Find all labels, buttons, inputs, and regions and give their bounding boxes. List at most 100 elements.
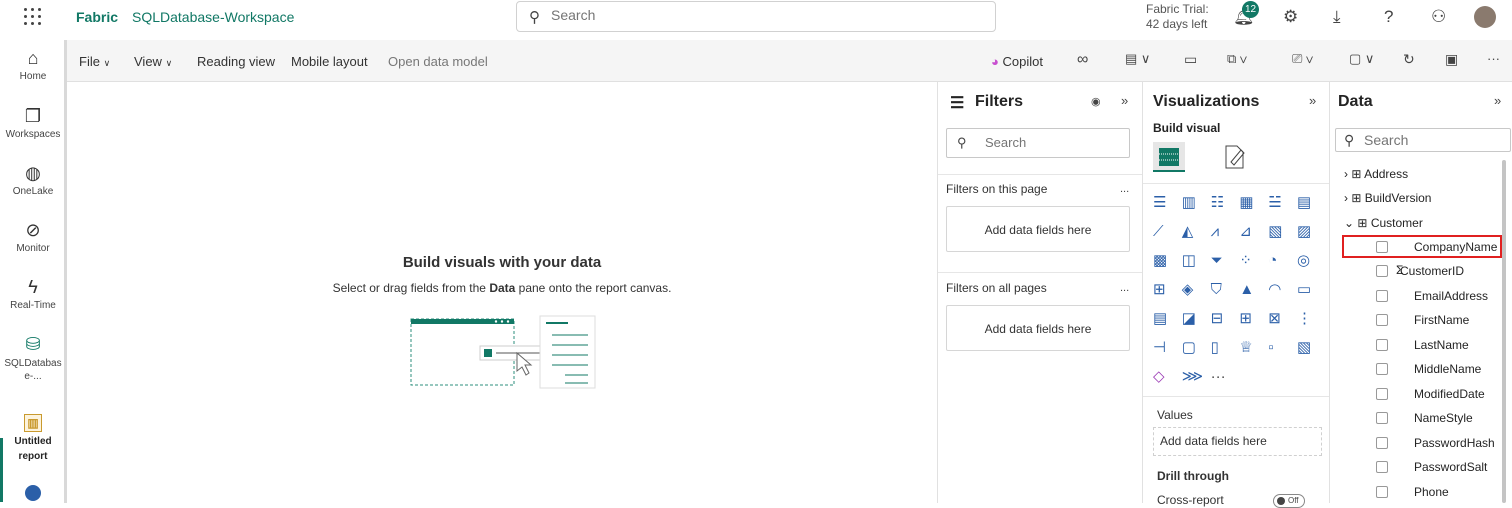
field-emailaddress[interactable]: EmailAddress (1374, 286, 1508, 308)
clustered-bar-icon[interactable]: ☷ (1211, 193, 1240, 222)
python-visual-icon[interactable]: ▧ (1297, 338, 1326, 367)
nav-workspaces[interactable]: ❐ Workspaces (0, 106, 66, 140)
filled-map-icon[interactable]: ⛉ (1211, 280, 1240, 309)
help-icon[interactable]: ? (1384, 7, 1393, 27)
area-chart-icon[interactable]: ◭ (1182, 222, 1211, 251)
gear-icon[interactable]: ⚙ (1283, 7, 1298, 27)
field-checkbox[interactable] (1376, 290, 1388, 302)
table-icon[interactable]: ⊞ (1239, 309, 1268, 338)
power-apps-icon[interactable]: ◇ (1153, 367, 1182, 396)
view-menu[interactable]: View ∨ (134, 54, 172, 69)
field-checkbox[interactable] (1376, 241, 1388, 253)
field-namestyle[interactable]: NameStyle (1374, 408, 1508, 430)
brand-name[interactable]: Fabric (76, 9, 118, 25)
textbox-icon[interactable]: ▤ ∨ (1125, 51, 1150, 67)
narrative-icon[interactable]: ▯ (1211, 338, 1240, 367)
mobile-layout-button[interactable]: Mobile layout (291, 54, 368, 69)
values-dropzone[interactable]: Add data fields here (1153, 427, 1322, 456)
field-firstname[interactable]: FirstName (1374, 310, 1508, 332)
table-customer[interactable]: ⌄ ⊞ Customer (1344, 216, 1423, 230)
shapes-icon[interactable]: ⧉ ∨ (1227, 51, 1247, 67)
field-companyname[interactable]: CompanyName (1342, 235, 1502, 258)
filters-all-more-icon[interactable]: ... (1120, 282, 1129, 294)
field-passwordsalt[interactable]: PasswordSalt (1374, 457, 1508, 479)
report-canvas[interactable]: Build visuals with your data Select or d… (67, 82, 937, 503)
multi-row-card-icon[interactable]: ▤ (1153, 309, 1182, 338)
stacked-area-icon[interactable]: ⩘ (1211, 222, 1240, 251)
paginated-icon[interactable]: ▫ (1268, 338, 1297, 367)
matrix-icon[interactable]: ⊠ (1268, 309, 1297, 338)
workspace-name[interactable]: SQLDatabase-Workspace (132, 9, 294, 25)
binoculars-icon[interactable]: ∞ (1077, 51, 1088, 69)
nav-sqldatabase[interactable]: ⛁ SQLDatabas e-... (0, 334, 66, 383)
kpi-icon[interactable]: ◪ (1182, 309, 1211, 338)
column-waterfall-icon[interactable]: ◫ (1182, 251, 1211, 280)
scatter-icon[interactable]: ⁘ (1239, 251, 1268, 280)
field-phone[interactable]: Phone (1374, 482, 1508, 504)
copilot-button[interactable]: ◕ Copilot (991, 54, 1043, 69)
global-search-input[interactable] (551, 7, 951, 23)
format-visual-icon[interactable] (1223, 144, 1247, 170)
donut-chart-icon[interactable]: ◎ (1297, 251, 1326, 280)
clustered-column-icon[interactable]: ▦ (1239, 193, 1268, 222)
open-data-model-button[interactable]: Open data model (388, 54, 488, 69)
field-checkbox[interactable] (1376, 339, 1388, 351)
app-launcher-icon[interactable] (24, 8, 42, 26)
stacked-bar-icon[interactable]: ☰ (1153, 193, 1182, 222)
field-checkbox[interactable] (1376, 388, 1388, 400)
nav-home[interactable]: ⌂ Home (0, 48, 66, 82)
refresh-icon[interactable]: ↻ (1403, 51, 1415, 68)
nav-onelake[interactable]: ◍ OneLake (0, 163, 66, 197)
field-checkbox[interactable] (1376, 363, 1388, 375)
line-clustered-icon[interactable]: ▧ (1268, 222, 1297, 251)
100-column-icon[interactable]: ▤ (1297, 193, 1326, 222)
filters-search-input[interactable] (985, 135, 1115, 150)
table-buildversion[interactable]: › ⊞ BuildVersion (1344, 191, 1431, 205)
card-icon[interactable]: ▭ (1297, 280, 1326, 309)
field-customerid[interactable]: Σ CustomerID (1374, 261, 1508, 283)
field-middlename[interactable]: MiddleName (1374, 359, 1508, 381)
table-address[interactable]: › ⊞ Address (1344, 167, 1408, 181)
download-icon[interactable]: ⤓ (1333, 7, 1341, 27)
collapse-data-icon[interactable]: » (1494, 93, 1501, 108)
more-options-icon[interactable]: ··· (1487, 51, 1500, 66)
decomposition-icon[interactable]: ⋮ (1297, 309, 1326, 338)
100-bar-icon[interactable]: ☱ (1268, 193, 1297, 222)
power-automate-icon[interactable]: ⋙ (1182, 367, 1211, 396)
nav-realtime[interactable]: ϟ Real-Time (0, 277, 66, 311)
data-search-input[interactable] (1364, 132, 1504, 148)
reading-view-button[interactable]: Reading view (197, 54, 275, 69)
goals-icon[interactable]: ♕ (1239, 338, 1268, 367)
map-icon[interactable]: ◈ (1182, 280, 1211, 309)
more-visuals-icon[interactable]: ··· (1211, 367, 1240, 396)
cross-report-toggle[interactable]: Off (1273, 494, 1305, 508)
collapse-filters-icon[interactable]: » (1121, 93, 1128, 108)
line-chart-icon[interactable]: ⟋ (1153, 222, 1182, 251)
slicer-icon[interactable]: ⊟ (1211, 309, 1240, 338)
eye-icon[interactable]: ◉ (1091, 95, 1101, 108)
field-modifieddate[interactable]: ModifiedDate (1374, 384, 1508, 406)
present-icon[interactable]: ⎚ ∨ (1292, 51, 1313, 67)
waterfall-icon[interactable]: ▩ (1153, 251, 1182, 280)
line-stacked-icon[interactable]: ▨ (1297, 222, 1326, 251)
stacked-column-icon[interactable]: ▥ (1182, 193, 1211, 222)
field-checkbox[interactable] (1376, 314, 1388, 326)
treemap-icon[interactable]: ⊞ (1153, 280, 1182, 309)
pie-chart-icon[interactable]: ◔ (1268, 251, 1297, 280)
avatar[interactable] (1474, 6, 1496, 28)
field-checkbox[interactable] (1376, 412, 1388, 424)
build-visual-tab[interactable] (1153, 142, 1185, 172)
layout-icon[interactable]: ▢ ∨ (1349, 51, 1374, 67)
gauge-icon[interactable]: ◠ (1268, 280, 1297, 309)
filters-search[interactable]: ⚲ (946, 128, 1130, 158)
trial-status[interactable]: Fabric Trial: 42 days left (1146, 2, 1209, 32)
data-scrollbar[interactable] (1502, 160, 1506, 503)
notes-icon[interactable]: ▭ (1184, 51, 1197, 68)
collapse-viz-icon[interactable]: » (1309, 93, 1316, 108)
file-menu[interactable]: File ∨ (79, 54, 110, 69)
save-icon[interactable]: ▣ (1445, 51, 1458, 68)
ribbon-chart-icon[interactable]: ⊿ (1239, 222, 1268, 251)
qa-icon[interactable]: ▢ (1182, 338, 1211, 367)
field-checkbox[interactable] (1376, 437, 1388, 449)
field-checkbox[interactable] (1376, 265, 1388, 277)
